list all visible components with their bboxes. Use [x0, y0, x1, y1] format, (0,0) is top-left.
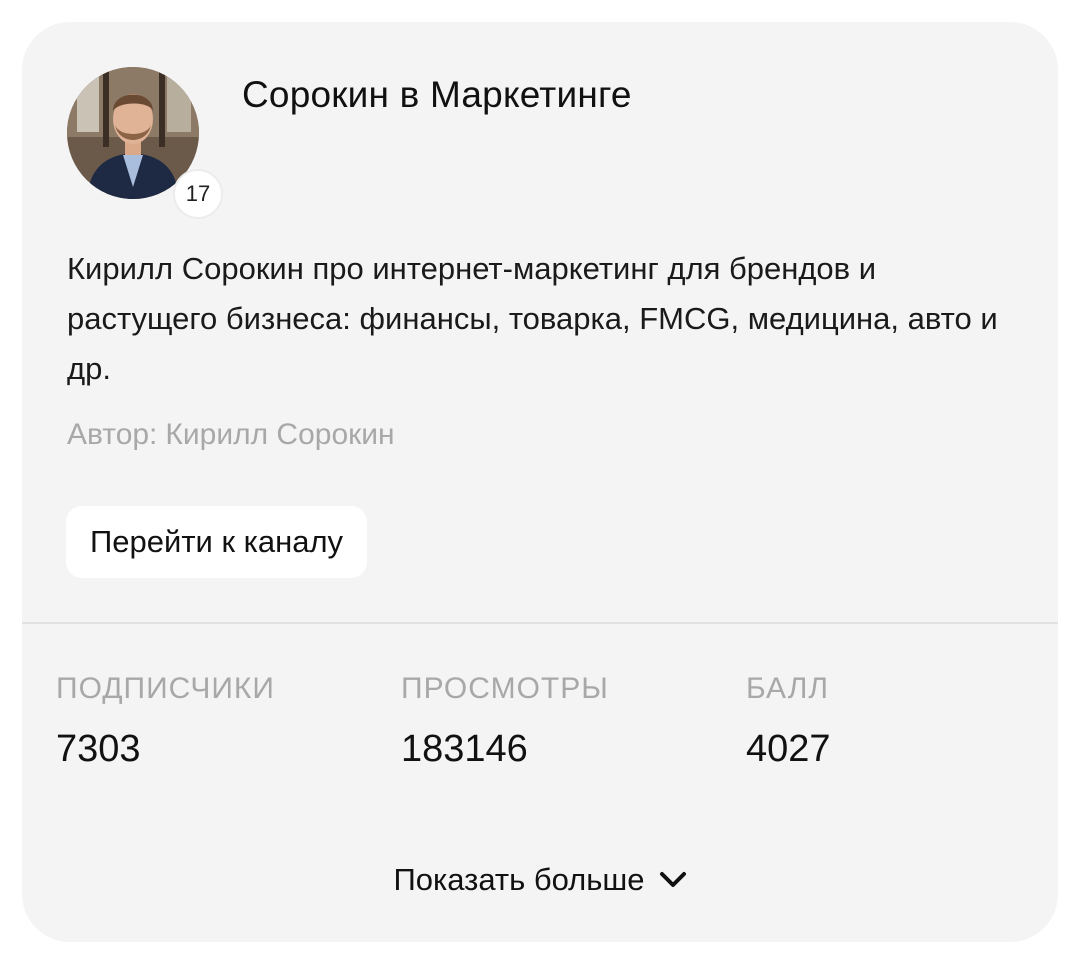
show-more-label: Показать больше [393, 862, 645, 897]
level-badge-value: 17 [185, 181, 211, 206]
channel-description: Кирилл Сорокин про интернет-маркетинг дл… [67, 251, 998, 386]
avatar-container[interactable]: 17 [67, 67, 223, 219]
author-line: Автор: Кирилл Сорокин [67, 418, 395, 452]
show-more-button[interactable]: Показать больше [22, 862, 1058, 898]
chevron-down-icon [659, 871, 687, 889]
stat-label: ПРОСМОТРЫ [401, 672, 609, 705]
stat-score: БАЛЛ 4027 [746, 672, 831, 771]
channel-card: 17 Сорокин в Маркетинге Кирилл Сорокин п… [22, 22, 1058, 942]
author-label: Автор: [67, 418, 158, 451]
level-badge: 17 [173, 169, 223, 219]
channel-title[interactable]: Сорокин в Маркетинге [242, 74, 632, 116]
stat-label: БАЛЛ [746, 672, 830, 705]
author-name: Кирилл Сорокин [165, 418, 395, 451]
stat-subscribers: ПОДПИСЧИКИ 7303 [56, 672, 275, 771]
divider [22, 622, 1058, 624]
goto-channel-button-label: Перейти к каналу [90, 524, 344, 559]
stat-value: 4027 [746, 728, 831, 770]
goto-channel-button[interactable]: Перейти к каналу [66, 506, 368, 578]
stat-label: ПОДПИСЧИКИ [56, 672, 275, 705]
stat-value: 7303 [56, 728, 141, 770]
stat-views: ПРОСМОТРЫ 183146 [401, 672, 609, 771]
stat-value: 183146 [401, 728, 528, 770]
